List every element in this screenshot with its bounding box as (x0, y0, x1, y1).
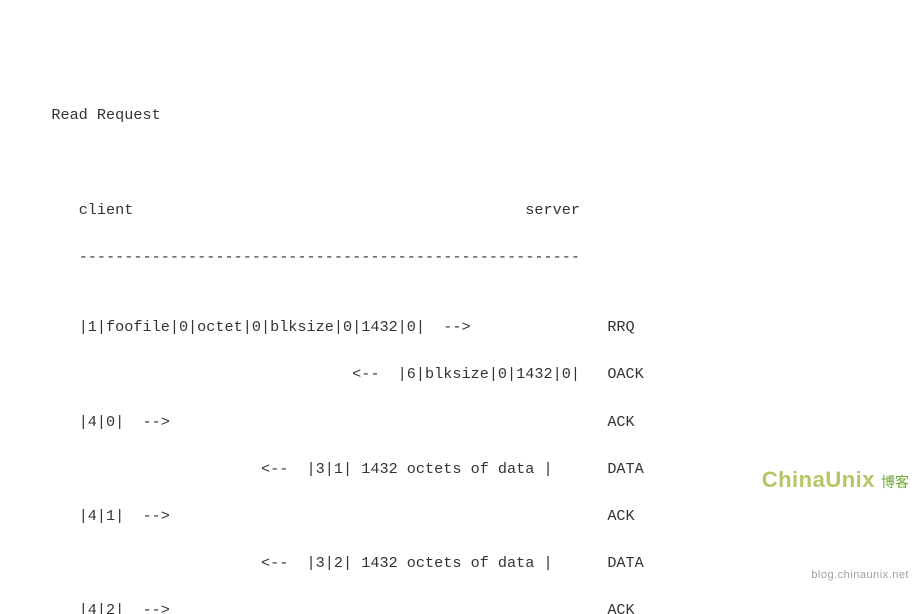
diagram-cell: <-- |3|1| 1432 octets of data | (79, 460, 580, 478)
diagram-cell: <-- |3|2| 1432 octets of data | (79, 554, 580, 572)
read-row: |4|2| --> ACK (24, 599, 917, 614)
tag-cell: OACK (607, 365, 643, 383)
tag-cell: ACK (607, 413, 634, 431)
tag-cell: DATA (607, 554, 643, 572)
tag-cell: ACK (607, 601, 634, 614)
read-row: <-- |6|blksize|0|1432|0| OACK (24, 363, 917, 387)
read-title: Read Request (24, 104, 917, 128)
read-rule: ----------------------------------------… (24, 246, 917, 270)
tag-cell: DATA (607, 460, 643, 478)
read-row: |4|1| --> ACK (24, 505, 917, 529)
read-header: client server (24, 199, 917, 223)
diagram-cell: |1|foofile|0|octet|0|blksize|0|1432|0| -… (79, 318, 580, 336)
blank-line (24, 151, 917, 175)
diagram-cell: |4|0| --> (79, 413, 580, 431)
read-row: <-- |3|2| 1432 octets of data | DATA (24, 552, 917, 576)
diagram-cell: |4|2| --> (79, 601, 580, 614)
tag-cell: RRQ (607, 318, 634, 336)
tag-cell: ACK (607, 507, 634, 525)
read-row: <-- |3|1| 1432 octets of data | DATA (24, 458, 917, 482)
read-row: |4|0| --> ACK (24, 411, 917, 435)
diagram-cell: <-- |6|blksize|0|1432|0| (79, 365, 580, 383)
read-row: |1|foofile|0|octet|0|blksize|0|1432|0| -… (24, 316, 917, 340)
diagram-cell: |4|1| --> (79, 507, 580, 525)
